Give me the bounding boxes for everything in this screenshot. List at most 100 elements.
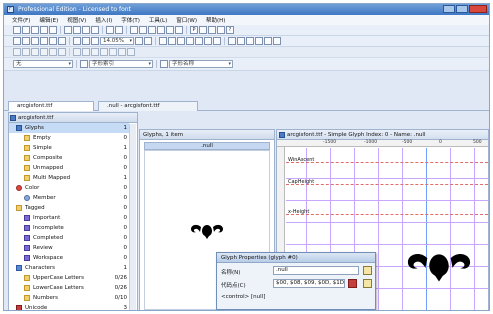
export-icon[interactable] [208, 26, 216, 34]
copy-icon[interactable] [73, 26, 81, 34]
ellipse-icon[interactable] [58, 37, 66, 45]
tab-font[interactable]: arcgisfont.ttf [8, 101, 94, 111]
tree-item[interactable]: Completed 0 [9, 233, 129, 243]
maximize-button[interactable] [456, 5, 468, 13]
zoom-out-icon[interactable] [91, 37, 99, 45]
contour-icon[interactable] [204, 37, 212, 45]
codepoint-edit-button[interactable] [363, 279, 372, 288]
codepoint-field[interactable]: $00, $08, $09, $0D, $1D [273, 279, 345, 288]
round-icon[interactable] [118, 48, 126, 56]
tree-item[interactable]: LowerCase Letters 0/26 [9, 283, 129, 293]
tree-item[interactable]: Incomplete 0 [9, 223, 129, 233]
zoom-select[interactable]: 14.05% [100, 37, 134, 45]
layout-3-icon[interactable] [246, 37, 254, 45]
menu-window[interactable]: 窗口(W) [176, 16, 197, 24]
select-icon[interactable] [13, 37, 21, 45]
tree-item[interactable]: Multi Mapped 1 [9, 173, 129, 183]
new-icon[interactable] [13, 26, 21, 34]
split-icon[interactable] [100, 48, 108, 56]
fit-icon[interactable] [135, 37, 143, 45]
rotate-icon[interactable] [177, 37, 185, 45]
glyph-index-select[interactable]: 字形索引 [89, 60, 153, 68]
tree-item[interactable]: Characters 1 [9, 263, 129, 273]
align-right-icon[interactable] [31, 48, 39, 56]
menu-font[interactable]: 字体(T) [121, 16, 140, 24]
align-top-icon[interactable] [40, 48, 48, 56]
tree-scrollbar[interactable] [129, 124, 136, 310]
layout-4-icon[interactable] [255, 37, 263, 45]
flip-h-icon[interactable] [159, 37, 167, 45]
menu-insert[interactable]: 插入(I) [95, 16, 112, 24]
menu-view[interactable]: 视图(V) [67, 16, 86, 24]
tree-item[interactable]: Tagged 0 [9, 203, 129, 213]
codepage-select[interactable]: 无 [13, 60, 73, 68]
p-icon[interactable]: P [190, 26, 198, 34]
align-bottom-icon[interactable] [58, 48, 66, 56]
shape-icon[interactable] [40, 37, 48, 45]
align-middle-icon[interactable] [49, 48, 57, 56]
merge-icon[interactable] [91, 48, 99, 56]
tree-item[interactable]: Member 0 [9, 193, 129, 203]
open-icon[interactable] [22, 26, 30, 34]
glyph-name-select[interactable]: 字形名称 [169, 60, 233, 68]
pen-icon[interactable] [22, 37, 30, 45]
name-field[interactable]: .null [273, 266, 359, 275]
tree-item[interactable]: Unicode 3 [9, 303, 129, 310]
tree-item[interactable]: Unmapped 0 [9, 163, 129, 173]
simplify-icon[interactable] [127, 48, 135, 56]
menu-edit[interactable]: 编辑(E) [39, 16, 58, 24]
hand-icon[interactable] [73, 37, 81, 45]
close-button[interactable] [469, 5, 487, 13]
rect-icon[interactable] [49, 37, 57, 45]
menu-tools[interactable]: 工具(L) [149, 16, 167, 24]
help-icon[interactable]: ? [226, 26, 234, 34]
layout-1-icon[interactable] [228, 37, 236, 45]
tree-item[interactable]: Important 0 [9, 213, 129, 223]
name-edit-button[interactable] [363, 266, 372, 275]
distribute-h-icon[interactable] [73, 48, 81, 56]
scale-icon[interactable] [186, 37, 194, 45]
tree-item[interactable]: Empty 0 [9, 133, 129, 143]
tree-item[interactable]: Workspace 0 [9, 253, 129, 263]
tree-item[interactable]: Composite 0 [9, 153, 129, 163]
save-icon[interactable] [31, 26, 39, 34]
save-all-icon[interactable] [40, 26, 48, 34]
align-left-icon[interactable] [13, 48, 21, 56]
fill-icon[interactable] [195, 37, 203, 45]
grid-icon[interactable] [144, 37, 152, 45]
tree-item[interactable]: Review 0 [9, 243, 129, 253]
knife-icon[interactable] [31, 37, 39, 45]
reverse-icon[interactable] [109, 48, 117, 56]
font-icon[interactable] [157, 26, 165, 34]
tree-item[interactable]: UpperCase Letters 0/26 [9, 273, 129, 283]
tab-glyph[interactable]: .null - arcgisfont.ttf [98, 101, 198, 111]
tree-item[interactable]: Simple 1 [9, 143, 129, 153]
menu-file[interactable]: 文件(F) [12, 16, 30, 24]
glyph-cell-label[interactable]: .null [144, 142, 270, 150]
menu-help[interactable]: 帮助(H) [206, 16, 225, 24]
tree-item[interactable]: Numbers 0/10 [9, 293, 129, 303]
layout-2-icon[interactable] [237, 37, 245, 45]
settings-icon[interactable] [217, 26, 225, 34]
print-icon[interactable] [49, 26, 57, 34]
list-icon[interactable] [80, 60, 88, 68]
zoom-in-icon[interactable] [82, 37, 90, 45]
overlap-icon[interactable] [213, 37, 221, 45]
test-icon[interactable] [175, 26, 183, 34]
minimize-button[interactable] [443, 5, 455, 13]
validate-icon[interactable] [166, 26, 174, 34]
glyph-icon[interactable] [148, 26, 156, 34]
tree-item[interactable]: Color 0 [9, 183, 129, 193]
tree-item[interactable]: Glyphs 1 [9, 123, 129, 133]
check-icon[interactable] [199, 26, 207, 34]
redo-icon[interactable] [115, 26, 123, 34]
align-center-icon[interactable] [22, 48, 30, 56]
distribute-v-icon[interactable] [82, 48, 90, 56]
layout-5-icon[interactable] [264, 37, 272, 45]
layout-6-icon[interactable] [273, 37, 281, 45]
undo-icon[interactable] [106, 26, 114, 34]
flip-v-icon[interactable] [168, 37, 176, 45]
find-icon[interactable] [130, 26, 138, 34]
paste-icon[interactable] [82, 26, 90, 34]
delete-icon[interactable] [91, 26, 99, 34]
